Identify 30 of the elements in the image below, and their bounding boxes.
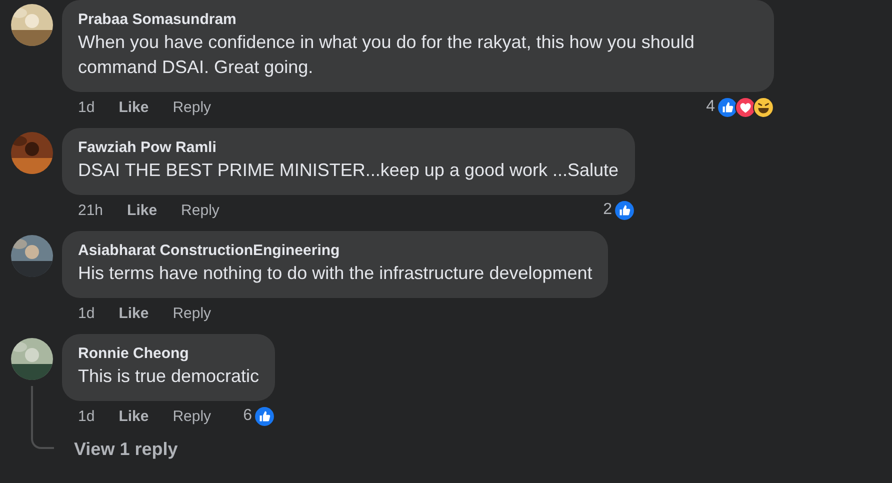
reaction-count[interactable]: 2 (603, 201, 612, 219)
laughing-emoji-icon (753, 96, 774, 118)
reply-link[interactable]: Reply (172, 408, 212, 424)
reply-link[interactable]: Reply (172, 304, 212, 322)
like-link[interactable]: Like (127, 202, 158, 218)
author-name[interactable]: Ronnie Cheong (78, 344, 260, 364)
timestamp-link[interactable]: 1d (78, 408, 95, 424)
author-name[interactable]: Fawziah Pow Ramli (78, 138, 619, 158)
comment-text: His terms have nothing to do with the infrastructure development (78, 262, 592, 285)
like-link[interactable]: Like (118, 304, 149, 322)
timestamp-link[interactable]: 1d (78, 304, 95, 322)
reply-link[interactable]: Reply (172, 98, 212, 116)
reaction-count[interactable]: 6 (243, 407, 252, 425)
like-reaction-icon (614, 200, 635, 220)
author-name[interactable]: Prabaa Somasundram (78, 10, 758, 30)
heart-reaction-icon (735, 96, 756, 118)
thread-line (31, 386, 54, 449)
like-link[interactable]: Like (118, 98, 149, 116)
like-reaction-icon (254, 406, 275, 426)
comment-text: DSAI THE BEST PRIME MINISTER...keep up a good work ...Salute (78, 159, 619, 182)
comment-text: This is true democratic (78, 365, 260, 388)
author-name[interactable]: Asiabharat ConstructionEngineering (78, 241, 592, 261)
view-replies-link[interactable]: View 1 reply (74, 438, 178, 460)
timestamp-link[interactable]: 1d (78, 98, 95, 116)
timestamp-link[interactable]: 21h (78, 202, 104, 218)
like-link[interactable]: Like (118, 408, 149, 424)
reaction-count[interactable]: 4 (706, 98, 715, 116)
like-reaction-icon (717, 96, 738, 118)
comment-text: When you have confidence in what you do for the rakyat, this how you should command DSAI. Great going. (78, 31, 696, 79)
reply-link[interactable]: Reply (181, 202, 220, 218)
